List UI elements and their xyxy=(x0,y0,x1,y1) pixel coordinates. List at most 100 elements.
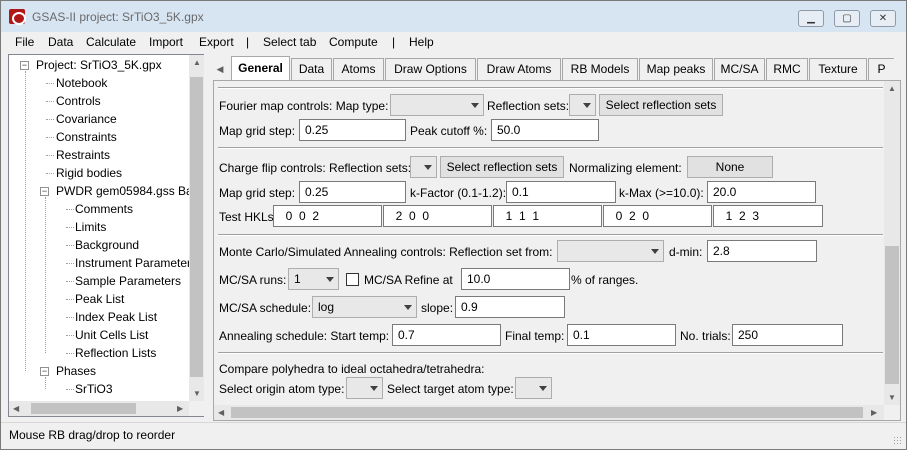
start-temp-input[interactable]: 0.7 xyxy=(392,324,501,346)
fourier-reflection-sets-dropdown[interactable] xyxy=(569,94,596,116)
collapse-icon[interactable]: − xyxy=(20,61,29,70)
tree-line xyxy=(66,317,74,318)
tree-item-controls[interactable]: Controls xyxy=(56,94,101,108)
tab-more[interactable]: P xyxy=(868,58,894,80)
test-hkl-input-4[interactable]: 0 2 0 xyxy=(603,205,712,227)
tree-item-instrument-parameters[interactable]: Instrument Parameter xyxy=(75,256,191,270)
tree-item-notebook[interactable]: Notebook xyxy=(56,76,107,90)
maximize-button[interactable]: ▢ xyxy=(834,10,860,27)
fourier-grid-step-label: Map grid step: xyxy=(219,124,296,138)
test-hkl-input-5[interactable]: 1 2 3 xyxy=(713,205,823,227)
tab-atoms[interactable]: Atoms xyxy=(333,58,384,80)
scroll-thumb[interactable] xyxy=(231,407,863,418)
tab-draw-options[interactable]: Draw Options xyxy=(385,58,476,80)
chevron-down-icon xyxy=(404,305,412,310)
d-min-input[interactable]: 2.8 xyxy=(707,240,817,262)
charge-flip-grid-step-input[interactable]: 0.25 xyxy=(299,181,406,203)
fourier-grid-step-input[interactable]: 0.25 xyxy=(299,119,406,141)
fourier-select-reflection-sets-button[interactable]: Select reflection sets xyxy=(599,94,723,116)
chevron-down-icon xyxy=(370,386,378,391)
scroll-right-icon[interactable]: ▶ xyxy=(177,404,183,413)
menu-calculate[interactable]: Calculate xyxy=(86,35,136,49)
final-temp-input[interactable]: 0.1 xyxy=(567,324,676,346)
k-max-input[interactable]: 20.0 xyxy=(707,181,816,203)
normalizing-element-button[interactable]: None xyxy=(687,156,773,178)
tab-data[interactable]: Data xyxy=(291,58,332,80)
tab-texture[interactable]: Texture xyxy=(809,58,867,80)
menu-file[interactable]: File xyxy=(15,35,34,49)
minimize-button[interactable]: ▁ xyxy=(798,10,824,27)
tree-item-reflection-lists[interactable]: Reflection Lists xyxy=(75,346,156,360)
panel-vertical-scrollbar[interactable]: ▲ ▼ xyxy=(884,81,900,405)
tree-item-peak-list[interactable]: Peak List xyxy=(75,292,124,306)
mcsa-runs-dropdown[interactable]: 1 xyxy=(288,268,339,290)
menu-import[interactable]: Import xyxy=(149,35,183,49)
scroll-down-icon[interactable]: ▼ xyxy=(193,389,201,398)
tree-item-unit-cells-list[interactable]: Unit Cells List xyxy=(75,328,148,342)
final-temp-label: Final temp: xyxy=(505,329,565,343)
tab-rb-models[interactable]: RB Models xyxy=(562,58,638,80)
slope-input[interactable]: 0.9 xyxy=(455,296,565,318)
origin-atom-type-dropdown[interactable] xyxy=(346,377,383,399)
tree-item-rigid-bodies[interactable]: Rigid bodies xyxy=(56,166,122,180)
peak-cutoff-label: Peak cutoff %: xyxy=(410,124,488,138)
tab-scroll-left-icon[interactable]: ◀ xyxy=(213,60,227,78)
tree-project-root[interactable]: Project: SrTiO3_5K.gpx xyxy=(36,58,162,72)
mcsa-refine-checkbox[interactable] xyxy=(346,273,359,286)
tree-item-background[interactable]: Background xyxy=(75,238,139,252)
scroll-up-icon[interactable]: ▲ xyxy=(193,58,201,67)
tab-draw-atoms[interactable]: Draw Atoms xyxy=(477,58,561,80)
tab-general[interactable]: General xyxy=(231,56,290,81)
tab-mcsa[interactable]: MC/SA xyxy=(714,58,765,80)
menu-help[interactable]: Help xyxy=(409,35,434,49)
scroll-thumb[interactable] xyxy=(885,246,899,384)
tab-rmc[interactable]: RMC xyxy=(766,58,808,80)
scroll-left-icon[interactable]: ◀ xyxy=(218,408,224,417)
collapse-icon[interactable]: − xyxy=(40,187,49,196)
scroll-right-icon[interactable]: ▶ xyxy=(871,408,877,417)
mcsa-schedule-dropdown[interactable]: log xyxy=(312,296,417,318)
tree-item-sample-parameters[interactable]: Sample Parameters xyxy=(75,274,181,288)
tree-item-covariance[interactable]: Covariance xyxy=(56,112,117,126)
test-hkl-input-1[interactable]: 0 0 2 xyxy=(273,205,382,227)
tree-item-phase-srtio3[interactable]: SrTiO3 xyxy=(75,382,113,396)
tree-item-comments[interactable]: Comments xyxy=(75,202,133,216)
scroll-down-icon[interactable]: ▼ xyxy=(888,393,896,402)
tree-item-phases[interactable]: Phases xyxy=(56,364,96,378)
scroll-up-icon[interactable]: ▲ xyxy=(888,84,896,93)
tree-item-pwdr[interactable]: PWDR gem05984.gss Ban xyxy=(56,184,199,198)
scroll-left-icon[interactable]: ◀ xyxy=(13,404,19,413)
target-atom-type-dropdown[interactable] xyxy=(515,377,552,399)
tree-line xyxy=(66,209,74,210)
close-button[interactable]: ✕ xyxy=(870,10,896,27)
tree-vertical-scrollbar[interactable]: ▲ ▼ xyxy=(189,55,204,401)
menu-select-tab[interactable]: Select tab xyxy=(263,35,316,49)
no-trials-input[interactable]: 250 xyxy=(732,324,843,346)
tree-item-limits[interactable]: Limits xyxy=(75,220,106,234)
peak-cutoff-input[interactable]: 50.0 xyxy=(491,119,599,141)
resize-grip-icon[interactable] xyxy=(893,436,903,446)
tree-horizontal-scrollbar[interactable]: ◀ ▶ xyxy=(9,401,189,416)
charge-flip-reflection-sets-dropdown[interactable] xyxy=(410,156,437,178)
tree-item-constraints[interactable]: Constraints xyxy=(56,130,117,144)
data-tree[interactable]: − Project: SrTiO3_5K.gpx Notebook Contro… xyxy=(8,54,204,417)
mcsa-refine-input[interactable]: 10.0 xyxy=(461,268,570,290)
k-max-label: k-Max (>=10.0): xyxy=(619,186,704,200)
menu-compute[interactable]: Compute xyxy=(329,35,378,49)
panel-horizontal-scrollbar[interactable]: ◀ ▶ xyxy=(214,405,884,420)
charge-flip-select-reflection-sets-button[interactable]: Select reflection sets xyxy=(440,156,564,178)
test-hkl-input-3[interactable]: 1 1 1 xyxy=(493,205,602,227)
scroll-thumb[interactable] xyxy=(31,403,136,414)
k-factor-input[interactable]: 0.1 xyxy=(506,181,616,203)
tree-item-restraints[interactable]: Restraints xyxy=(56,148,110,162)
menu-data[interactable]: Data xyxy=(48,35,73,49)
menu-export[interactable]: Export xyxy=(199,35,234,49)
scroll-thumb[interactable] xyxy=(190,77,203,377)
fourier-map-type-dropdown[interactable] xyxy=(390,94,484,116)
mcsa-reflection-set-dropdown[interactable] xyxy=(557,240,664,262)
tree-item-index-peak-list[interactable]: Index Peak List xyxy=(75,310,157,324)
tab-map-peaks[interactable]: Map peaks xyxy=(639,58,713,80)
collapse-icon[interactable]: − xyxy=(40,367,49,376)
test-hkl-input-2[interactable]: 2 0 0 xyxy=(383,205,492,227)
title-bar[interactable]: GSAS-II project: SrTiO3_5K.gpx ▁ ▢ ✕ xyxy=(1,1,906,32)
